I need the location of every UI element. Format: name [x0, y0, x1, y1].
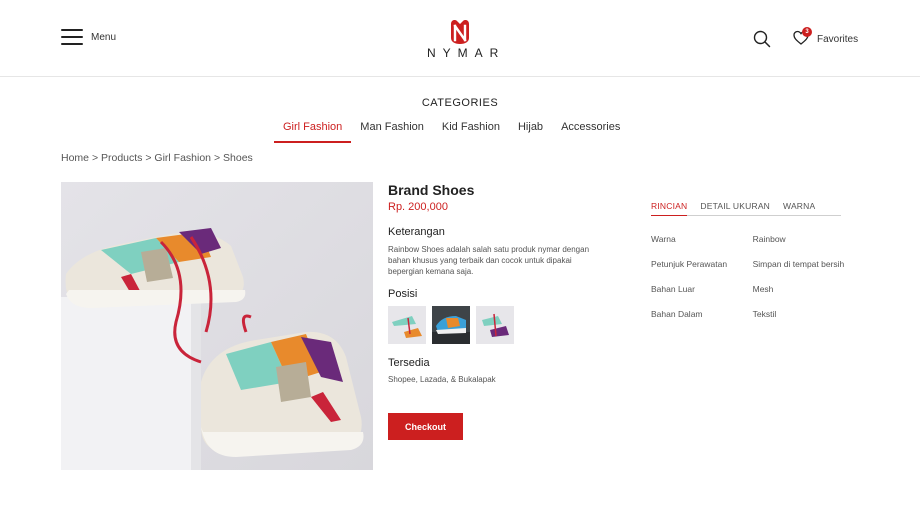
favorites-label: Favorites: [817, 33, 859, 45]
logo-mark-icon: [451, 20, 469, 44]
position-title: Posisi: [388, 288, 418, 300]
logo-text: NYMAR: [427, 46, 506, 60]
breadcrumb-girl-fashion[interactable]: Girl Fashion: [154, 152, 211, 164]
product-photo: [61, 182, 373, 470]
thumbnail-image: [388, 306, 426, 344]
info-tabs: RINCIAN DETAIL UKURAN WARNA: [651, 198, 841, 216]
position-thumbnails: [388, 306, 618, 344]
thumbnail-2[interactable]: [432, 306, 470, 344]
category-nav: Girl Fashion Man Fashion Kid Fashion Hij…: [274, 117, 629, 143]
breadcrumb-shoes: Shoes: [223, 152, 253, 164]
menu-button[interactable]: Menu: [61, 29, 116, 45]
product-details: Brand Shoes Rp. 200,000 Keterangan Rainb…: [388, 182, 618, 440]
checkout-button[interactable]: Checkout: [388, 413, 463, 440]
spec-row: Petunjuk Perawatan Simpan di tempat bers…: [651, 259, 871, 284]
breadcrumb-separator: >: [91, 152, 101, 164]
spec-key: Warna: [651, 234, 676, 244]
menu-label: Menu: [91, 31, 117, 43]
breadcrumb-separator: >: [213, 152, 224, 164]
logo[interactable]: NYMAR: [420, 18, 500, 60]
categories-title: CATEGORIES: [421, 97, 499, 109]
available-title: Tersedia: [388, 357, 430, 369]
breadcrumb-products[interactable]: Products: [101, 152, 142, 164]
favorites-button[interactable]: 3 Favorites: [793, 27, 859, 48]
thumbnail-image: [476, 306, 514, 344]
tab-warna[interactable]: WARNA: [783, 198, 815, 215]
product-price: Rp. 200,000: [388, 201, 448, 213]
thumbnail-1[interactable]: [388, 306, 426, 344]
spec-key: Petunjuk Perawatan: [651, 259, 728, 269]
spec-value: Tekstil: [752, 309, 777, 319]
product-name: Brand Shoes: [388, 182, 475, 198]
favorites-count-badge: 3: [802, 27, 812, 37]
product-description: Rainbow Shoes adalah salah satu produk n…: [388, 245, 590, 276]
spec-row: Bahan Dalam Tekstil: [651, 309, 871, 334]
spec-value: Rainbow: [752, 234, 786, 244]
category-kid-fashion[interactable]: Kid Fashion: [433, 117, 509, 143]
spec-key: Bahan Dalam: [651, 309, 703, 319]
thumbnail-3[interactable]: [476, 306, 514, 344]
category-man-fashion[interactable]: Man Fashion: [351, 117, 433, 143]
tab-detail-ukuran[interactable]: DETAIL UKURAN: [700, 198, 770, 215]
spec-row: Warna Rainbow: [651, 234, 871, 259]
thumbnail-image: [432, 306, 470, 344]
description-title: Keterangan: [388, 226, 445, 238]
category-girl-fashion[interactable]: Girl Fashion: [274, 117, 352, 143]
info-panel: RINCIAN DETAIL UKURAN WARNA Warna Rainbo…: [651, 198, 871, 334]
spec-row: Bahan Luar Mesh: [651, 284, 871, 309]
tab-rincian[interactable]: RINCIAN: [651, 198, 688, 216]
breadcrumb: Home > Products > Girl Fashion > Shoes: [61, 152, 253, 164]
product-image: [61, 182, 373, 470]
spec-table: Warna Rainbow Petunjuk Perawatan Simpan …: [651, 234, 871, 334]
hamburger-icon: [61, 29, 83, 45]
category-accessories[interactable]: Accessories: [552, 117, 629, 143]
spec-value: Simpan di tempat bersih: [752, 259, 845, 269]
search-icon: [753, 30, 771, 48]
available-text: Shopee, Lazada, & Bukalapak: [388, 375, 496, 384]
spec-key: Bahan Luar: [651, 284, 695, 294]
spec-value: Mesh: [752, 284, 774, 294]
heart-wrap: 3: [793, 27, 812, 48]
search-button[interactable]: [753, 30, 771, 48]
category-hijab[interactable]: Hijab: [509, 117, 552, 143]
breadcrumb-home[interactable]: Home: [61, 152, 89, 164]
header: Menu NYMAR 3 Favorites: [0, 0, 920, 77]
